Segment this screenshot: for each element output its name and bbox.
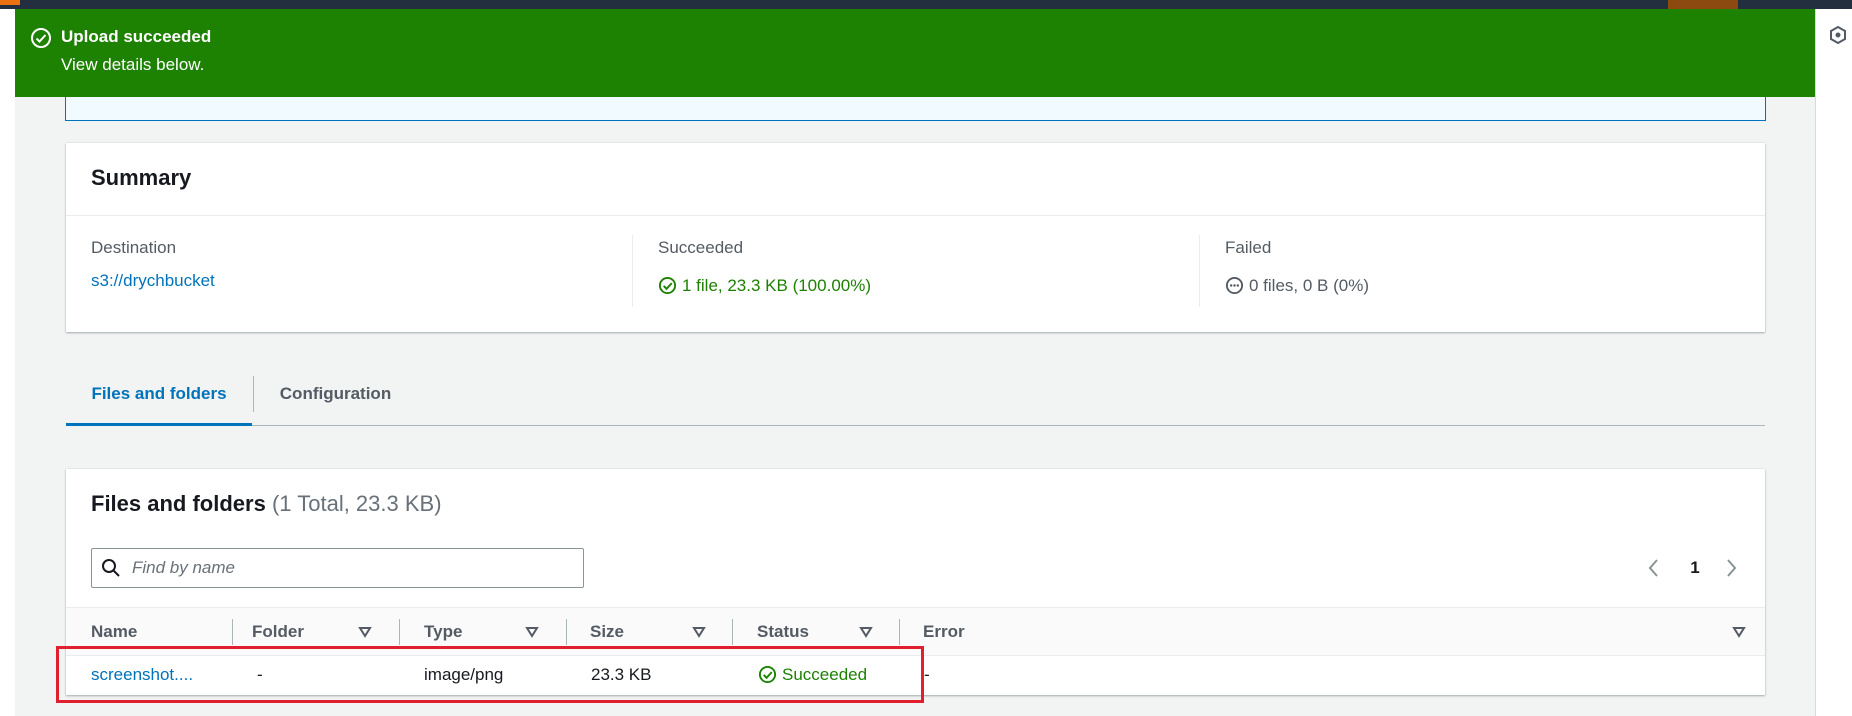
sort-caret-icon[interactable]	[1732, 625, 1746, 639]
sort-caret-icon[interactable]	[859, 625, 873, 639]
failed-column: Failed 0 files, 0 B (0%)	[1225, 216, 1745, 332]
succeeded-value-wrap: 1 file, 23.3 KB (100.00%)	[658, 276, 871, 296]
search-box	[91, 548, 584, 588]
search-icon	[102, 559, 120, 577]
succeeded-label: Succeeded	[658, 238, 744, 257]
highlight-box	[56, 646, 924, 703]
succeeded-value: 1 file, 23.3 KB (100.00%)	[682, 276, 872, 295]
right-side-rail	[1815, 9, 1852, 716]
sort-caret-icon[interactable]	[525, 625, 539, 639]
failed-label: Failed	[1225, 238, 1272, 257]
file-error: -	[924, 665, 930, 684]
chevron-left-icon[interactable]	[1644, 555, 1664, 581]
tab-bar: Files and folders Configuration	[66, 362, 1765, 426]
page-number[interactable]: 1	[1685, 555, 1705, 581]
info-alert-band	[65, 97, 1766, 121]
files-title-text: Files and folders	[91, 491, 266, 516]
chevron-right-icon[interactable]	[1721, 555, 1741, 581]
check-circle-icon	[658, 276, 677, 295]
upload-success-banner: Upload succeeded View details below.	[15, 9, 1815, 97]
summary-panel: Summary Destination s3://drychbucket Suc…	[66, 143, 1765, 332]
help-panel-icon[interactable]	[1829, 26, 1847, 44]
banner-message: View details below.	[61, 55, 205, 74]
column-separator[interactable]	[232, 619, 233, 645]
files-panel-title: Files and folders (1 Total, 23.3 KB)	[91, 491, 442, 517]
summary-header: Summary	[66, 143, 1765, 216]
failed-value-wrap: 0 files, 0 B (0%)	[1225, 276, 1369, 296]
tab-configuration[interactable]: Configuration	[253, 376, 417, 412]
tab-files-and-folders[interactable]: Files and folders	[66, 362, 252, 426]
failed-value: 0 files, 0 B (0%)	[1249, 276, 1369, 295]
sort-caret-icon[interactable]	[692, 625, 706, 639]
column-header-error[interactable]: Error	[923, 608, 965, 655]
column-divider	[1199, 235, 1200, 307]
banner-title: Upload succeeded	[61, 27, 212, 46]
top-navigation-bar	[0, 0, 1852, 9]
column-separator[interactable]	[899, 619, 900, 645]
search-input[interactable]	[132, 549, 572, 587]
summary-title: Summary	[91, 165, 192, 190]
top-bar-button-fragment[interactable]	[1668, 0, 1738, 9]
column-separator[interactable]	[566, 619, 567, 645]
aws-logo-fragment	[0, 0, 20, 5]
files-count: (1 Total, 23.3 KB)	[271, 491, 442, 516]
destination-link[interactable]: s3://drychbucket	[91, 271, 215, 291]
sort-caret-icon[interactable]	[358, 625, 372, 639]
check-circle-icon	[31, 28, 51, 48]
column-separator[interactable]	[399, 619, 400, 645]
column-separator[interactable]	[732, 619, 733, 645]
ellipsis-circle-icon	[1225, 276, 1244, 295]
succeeded-column: Succeeded 1 file, 23.3 KB (100.00%)	[658, 216, 1178, 332]
destination-label: Destination	[91, 238, 177, 257]
destination-column: Destination s3://drychbucket	[91, 216, 611, 332]
column-divider	[632, 235, 633, 307]
